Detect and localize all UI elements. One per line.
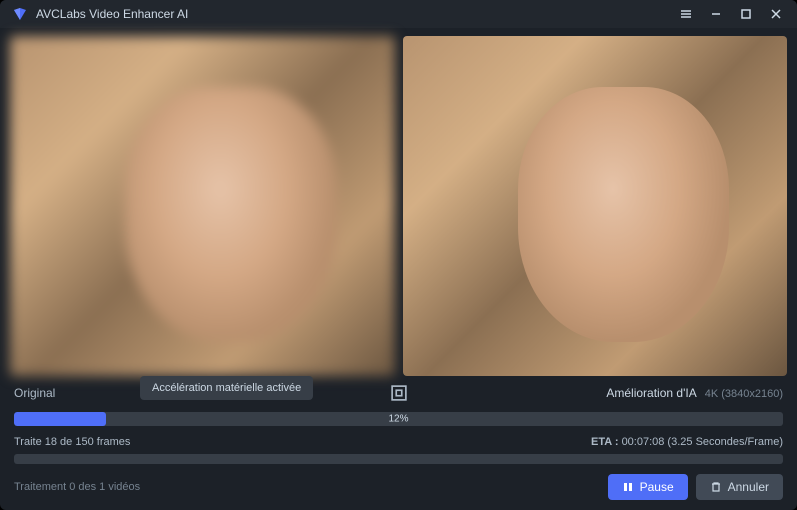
pause-label: Pause — [640, 480, 674, 494]
app-logo-icon — [12, 6, 28, 22]
labels-row: Original Accélération matérielle activée… — [0, 380, 797, 408]
preview-area — [0, 28, 797, 380]
status-row: Traite 18 de 150 frames ETA : 00:07:08 (… — [0, 430, 797, 452]
label-enhanced: Amélioration d'IA — [606, 386, 696, 400]
window-controls — [677, 5, 785, 23]
queue-status: Traitement 0 des 1 vidéos — [14, 481, 140, 493]
hw-accel-tooltip: Accélération matérielle activée — [140, 376, 313, 400]
cancel-button[interactable]: Annuler — [696, 474, 783, 500]
menu-icon[interactable] — [677, 5, 695, 23]
action-buttons: Pause Annuler — [608, 474, 783, 500]
eta-status: ETA : 00:07:08 (3.25 Secondes/Frame) — [591, 436, 783, 448]
app-window: AVCLabs Video Enhancer AI Original Ac — [0, 0, 797, 510]
progress-percent-label: 12% — [388, 414, 408, 425]
queue-progress-bar — [14, 454, 783, 464]
pause-button[interactable]: Pause — [608, 474, 688, 500]
eta-label: ETA : — [591, 436, 619, 448]
label-enhanced-group: Amélioration d'IA 4K (3840x2160) — [606, 386, 783, 400]
frame-progress-bar: 12% — [14, 412, 783, 426]
pause-icon — [622, 481, 634, 493]
close-icon[interactable] — [767, 5, 785, 23]
preview-content — [518, 87, 729, 342]
maximize-icon[interactable] — [737, 5, 755, 23]
minimize-icon[interactable] — [707, 5, 725, 23]
frame-progress-fill — [14, 412, 106, 426]
compare-toggle-icon[interactable] — [388, 382, 410, 404]
app-title: AVCLabs Video Enhancer AI — [36, 7, 188, 21]
bottom-row: Traitement 0 des 1 vidéos Pause Annuler — [0, 466, 797, 510]
trash-icon — [710, 481, 722, 493]
titlebar: AVCLabs Video Enhancer AI — [0, 0, 797, 28]
progress-section: 12% — [0, 408, 797, 430]
frames-status: Traite 18 de 150 frames — [14, 436, 130, 448]
preview-original — [10, 36, 395, 376]
preview-content — [125, 87, 336, 342]
title-left: AVCLabs Video Enhancer AI — [12, 6, 188, 22]
eta-value: 00:07:08 (3.25 Secondes/Frame) — [622, 436, 783, 448]
label-resolution: 4K (3840x2160) — [705, 388, 783, 400]
label-original: Original — [14, 386, 55, 400]
preview-enhanced — [403, 36, 788, 376]
cancel-label: Annuler — [728, 480, 769, 494]
